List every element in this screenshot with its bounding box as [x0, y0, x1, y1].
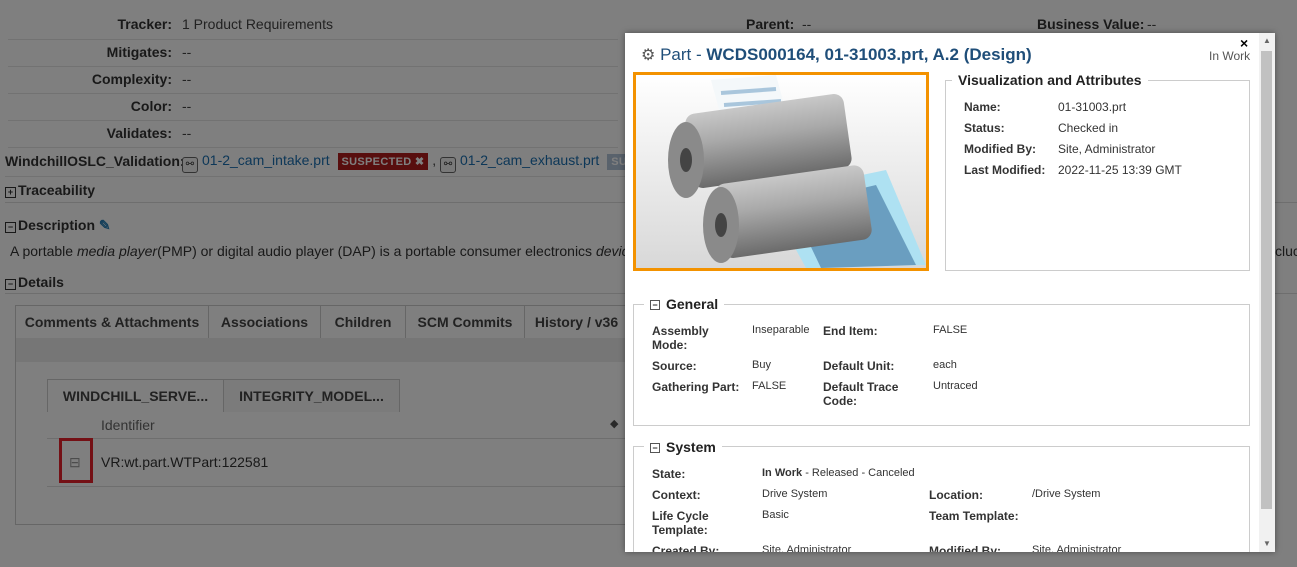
default-unit-label: Default Unit:	[823, 359, 895, 373]
modified-by-label: Modified By:	[929, 544, 1001, 552]
default-trace-code-value: Untraced	[933, 380, 978, 392]
lifecycle-template-value: Basic	[762, 509, 789, 521]
state-value: In Work - Released - Canceled	[762, 467, 915, 479]
gathering-part-value: FALSE	[752, 380, 787, 392]
source-label: Source:	[652, 359, 697, 373]
default-unit-value: each	[933, 359, 957, 371]
vis-legend: Visualization and Attributes	[952, 72, 1148, 88]
collapse-icon[interactable]: −	[650, 300, 660, 310]
part-popup: ⚙ Part - WCDS000164, 01-31003.prt, A.2 (…	[625, 33, 1275, 552]
general-legend[interactable]: − General	[644, 296, 725, 312]
attr-label: Status:	[964, 121, 1005, 135]
created-by-label: Created By:	[652, 544, 720, 552]
end-item-label: End Item:	[823, 324, 878, 338]
attr-value: Checked in	[1058, 121, 1119, 135]
end-item-value: FALSE	[933, 324, 968, 336]
scroll-down-icon[interactable]: ▼	[1263, 539, 1271, 548]
system-legend-label: System	[666, 439, 716, 455]
title-prefix: Part -	[660, 45, 707, 64]
popup-scrollbar[interactable]: ▲ ▼	[1259, 33, 1275, 552]
title-main: WCDS000164, 01-31003.prt, A.2 (Design)	[706, 45, 1032, 64]
collapse-icon[interactable]: −	[650, 443, 660, 453]
attr-value: 01-31003.prt	[1058, 100, 1127, 114]
context-value: Drive System	[762, 488, 828, 500]
assembly-mode-value: Inseparable	[752, 324, 810, 336]
gear-icon: ⚙	[641, 47, 656, 64]
location-label: Location:	[929, 488, 983, 502]
attr-value: 2022-11-25 13:39 GMT	[1058, 163, 1182, 177]
created-by-value: Site, Administrator	[762, 544, 852, 552]
scroll-up-icon[interactable]: ▲	[1263, 36, 1271, 45]
attr-value: Site, Administrator	[1058, 142, 1156, 156]
context-label: Context:	[652, 488, 701, 502]
printer-rollers-image	[636, 75, 926, 268]
scrollbar-thumb[interactable]	[1261, 51, 1272, 509]
lifecycle-template-label: Life Cycle Template:	[652, 509, 709, 537]
source-value: Buy	[752, 359, 771, 371]
status-text: In Work	[1209, 49, 1251, 63]
system-legend[interactable]: − System	[644, 439, 722, 455]
part-thumbnail[interactable]	[633, 72, 929, 271]
attr-label: Name:	[964, 100, 1001, 114]
modified-by-value: Site, Administrator	[1032, 544, 1122, 552]
attr-label: Modified By:	[964, 142, 1036, 156]
location-value: /Drive System	[1032, 488, 1101, 500]
attr-label: Last Modified:	[964, 163, 1046, 177]
team-template-label: Team Template:	[929, 509, 1019, 523]
general-legend-label: General	[666, 296, 719, 312]
assembly-mode-label: Assembly Mode:	[652, 324, 709, 352]
popup-title: ⚙ Part - WCDS000164, 01-31003.prt, A.2 (…	[641, 45, 1032, 65]
gathering-part-label: Gathering Part:	[652, 380, 740, 394]
state-label: State:	[652, 467, 686, 481]
default-trace-code-label: Default Trace Code:	[823, 380, 899, 408]
